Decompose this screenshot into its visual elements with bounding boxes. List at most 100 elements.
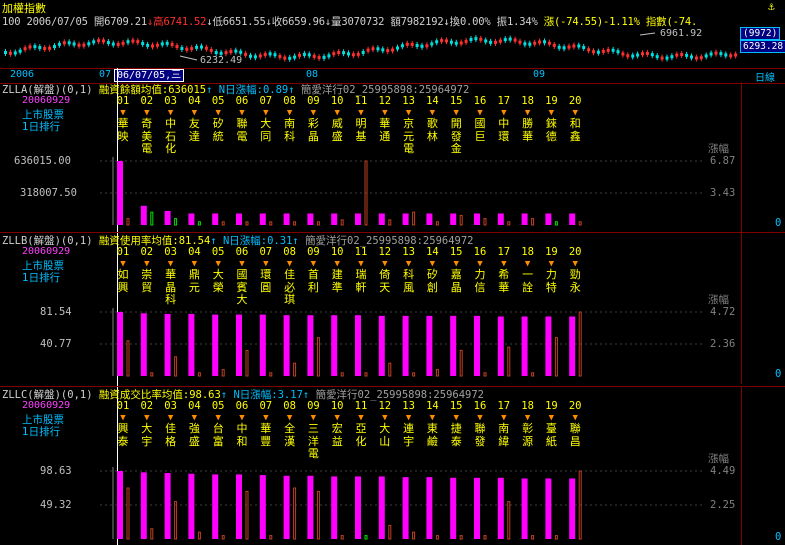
magnitude-bar	[307, 213, 314, 225]
change-bar	[197, 531, 201, 540]
change-bar	[459, 349, 463, 377]
ranking-panel: ZLLB(解盤)(0,1) 融資使用率均值:81.54↑ N日漲幅:0.31↑ …	[0, 233, 785, 384]
change-bar	[269, 221, 273, 226]
rank-number: 11	[354, 95, 368, 107]
stock-name: 鼎元	[188, 268, 200, 294]
magnitude-bar	[545, 478, 552, 539]
change-bar	[221, 221, 225, 226]
stock-name: 三洋電	[307, 422, 319, 460]
magnitude-bar	[450, 477, 457, 539]
panel-ranking-period: 1日排行	[22, 426, 61, 438]
rank-number: 07	[259, 246, 273, 258]
stock-name: 佳格	[165, 422, 177, 448]
change-axis-top: 6.87	[710, 155, 736, 167]
price-high-box: (9972)	[740, 27, 781, 40]
stock-name: 矽創	[426, 268, 438, 294]
panel-n-day-change: N日漲幅:0.89	[218, 84, 289, 96]
change-bar	[269, 535, 273, 540]
stock-name: 如興	[117, 268, 129, 294]
stock-name: 台富	[212, 422, 224, 448]
stock-name: 興泰	[117, 422, 129, 448]
magnitude-bar	[569, 478, 576, 539]
rank-number: 17	[497, 400, 511, 412]
rank-number: 06	[235, 400, 249, 412]
change-bar	[340, 219, 344, 226]
change-bar	[364, 372, 368, 377]
change-bar	[293, 362, 297, 377]
change-axis-label: 漲幅	[708, 294, 729, 306]
stock-name: 倚天	[379, 268, 391, 294]
stock-name: 嘉晶	[450, 268, 462, 294]
change-bar	[483, 218, 487, 226]
rank-number: 16	[473, 400, 487, 412]
time-tick: 08	[306, 69, 319, 80]
change-bar	[507, 221, 511, 226]
stock-name: 大山	[379, 422, 391, 448]
rank-number: 06	[235, 95, 249, 107]
index-min-label: 6232.49	[200, 55, 242, 66]
y-axis-top-label: 98.63	[40, 465, 72, 477]
panel-ranking-period: 1日排行	[22, 121, 61, 133]
change-axis-top: 4.72	[710, 306, 736, 318]
change-bar	[221, 535, 225, 540]
rank-number: 08	[283, 400, 296, 412]
change-bar	[126, 487, 130, 540]
stock-name: 威盛	[331, 117, 343, 143]
change-bar	[388, 524, 392, 540]
index-candlestick-chart: 6961.92 6232.49	[4, 28, 738, 66]
stock-name: 科風	[403, 268, 415, 294]
y-axis-mid-label: 49.32	[40, 499, 72, 511]
magnitude-bar	[402, 315, 409, 376]
rank-number: 07	[259, 95, 273, 107]
stock-name: 彩晶	[307, 117, 319, 143]
rank-number: 07	[259, 400, 273, 412]
magnitude-bar	[497, 213, 504, 225]
magnitude-bar	[117, 161, 123, 225]
stock-name: 佳必琪	[284, 268, 296, 306]
rank-number: 09	[307, 400, 320, 412]
magnitude-bar	[259, 475, 266, 539]
panel-right-border	[741, 233, 742, 384]
magnitude-bar	[164, 313, 171, 376]
change-bar	[554, 535, 558, 540]
change-bar	[269, 372, 273, 377]
stock-name: 強盛	[188, 422, 200, 448]
rank-number: 18	[521, 246, 534, 258]
rank-number: 14	[426, 95, 439, 107]
change-bar	[126, 218, 130, 226]
stock-name: 聯發	[474, 422, 486, 448]
rank-number: 08	[283, 95, 296, 107]
anchor-icon[interactable]: ⚓	[768, 0, 775, 13]
stock-name: 華映	[117, 117, 129, 143]
rank-number: 14	[426, 400, 439, 412]
time-tick: 09	[533, 69, 546, 80]
magnitude-bar	[569, 213, 576, 225]
panel-right-border	[741, 82, 742, 233]
change-bar	[531, 535, 535, 540]
rank-number: 11	[354, 246, 368, 258]
change-bar	[174, 218, 178, 226]
rank-number: 03	[164, 400, 177, 412]
magnitude-bar	[236, 213, 242, 225]
change-bar	[197, 372, 201, 377]
change-bar	[459, 535, 463, 540]
change-bar	[221, 369, 225, 377]
rank-number: 02	[140, 400, 154, 412]
rank-number: 14	[426, 246, 439, 258]
magnitude-bar	[378, 476, 385, 539]
change-bar	[245, 349, 249, 377]
rank-number: 12	[378, 400, 392, 412]
panel-ranking-period: 1日排行	[22, 272, 61, 284]
change-bar	[459, 214, 463, 226]
index-max-label: 6961.92	[660, 28, 702, 39]
stock-name: 首利	[307, 268, 319, 294]
magnitude-bar	[402, 213, 409, 225]
magnitude-bar	[307, 475, 314, 539]
stock-name: 奇美電	[141, 117, 153, 155]
rank-number: 13	[402, 400, 415, 412]
magnitude-bar	[545, 213, 552, 225]
stock-name: 聯昌	[569, 422, 581, 448]
rank-number: 18	[521, 95, 534, 107]
change-bar	[293, 221, 297, 226]
magnitude-bar	[521, 478, 528, 539]
